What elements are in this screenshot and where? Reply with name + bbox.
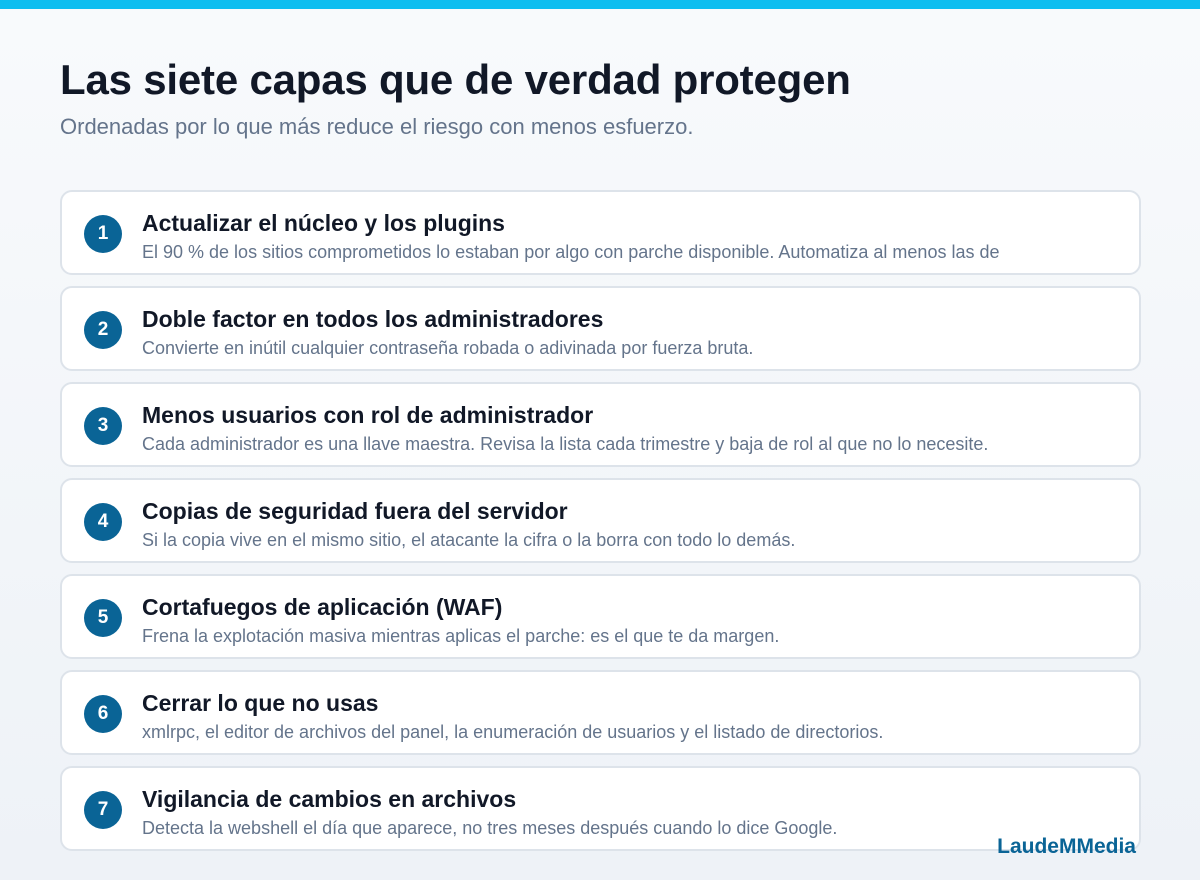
- layer-card-3: 3 Menos usuarios con rol de administrado…: [60, 382, 1141, 467]
- layer-description: Detecta la webshell el día que aparece, …: [142, 818, 838, 838]
- layer-card-5: 5 Cortafuegos de aplicación (WAF) Frena …: [60, 574, 1141, 659]
- layer-number-badge: 3: [84, 407, 122, 445]
- layer-title: Cortafuegos de aplicación (WAF): [142, 594, 503, 620]
- layer-card-2: 2 Doble factor en todos los administrado…: [60, 286, 1141, 371]
- layer-card-7: 7 Vigilancia de cambios en archivos Dete…: [60, 766, 1141, 851]
- layer-number-badge: 7: [84, 791, 122, 829]
- layer-description: xmlrpc, el editor de archivos del panel,…: [142, 722, 884, 742]
- layer-title: Copias de seguridad fuera del servidor: [142, 498, 568, 524]
- page-title: Las siete capas que de verdad protegen: [60, 56, 851, 103]
- layer-number-badge: 4: [84, 503, 122, 541]
- layers-list: 1 Actualizar el núcleo y los plugins El …: [60, 190, 1141, 862]
- layer-title: Menos usuarios con rol de administrador: [142, 402, 594, 428]
- layer-number-badge: 6: [84, 695, 122, 733]
- layer-title: Doble factor en todos los administradore…: [142, 306, 604, 332]
- layer-number-badge: 1: [84, 215, 122, 253]
- layer-title: Cerrar lo que no usas: [142, 690, 379, 716]
- layer-title: Vigilancia de cambios en archivos: [142, 786, 517, 812]
- layer-description: Cada administrador es una llave maestra.…: [142, 434, 989, 454]
- layer-description: Frena la explotación masiva mientras apl…: [142, 626, 780, 646]
- layer-card-6: 6 Cerrar lo que no usas xmlrpc, el edito…: [60, 670, 1141, 755]
- layer-card-4: 4 Copias de seguridad fuera del servidor…: [60, 478, 1141, 563]
- top-accent-bar: [0, 0, 1200, 9]
- layer-title: Actualizar el núcleo y los plugins: [142, 210, 505, 236]
- layer-description: El 90 % de los sitios comprometidos lo e…: [142, 242, 1000, 262]
- brand-logo-text: LaudeMMedia: [997, 835, 1136, 858]
- layer-number-badge: 2: [84, 311, 122, 349]
- layer-description: Convierte en inútil cualquier contraseña…: [142, 338, 754, 358]
- layer-description: Si la copia vive en el mismo sitio, el a…: [142, 530, 796, 550]
- layer-card-1: 1 Actualizar el núcleo y los plugins El …: [60, 190, 1141, 275]
- layer-number-badge: 5: [84, 599, 122, 637]
- page-subtitle: Ordenadas por lo que más reduce el riesg…: [60, 114, 694, 139]
